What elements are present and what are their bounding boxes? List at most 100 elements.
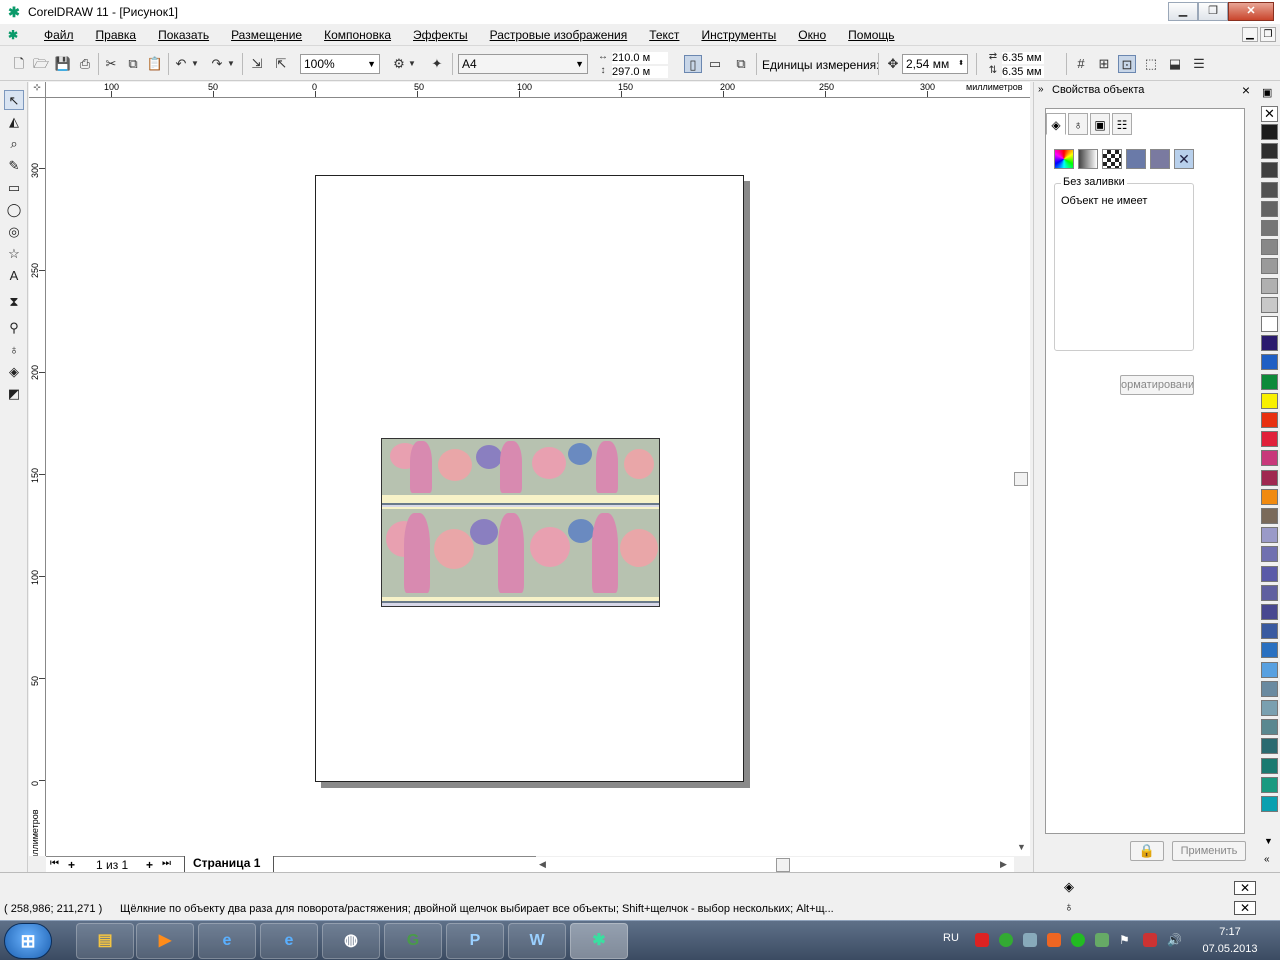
settings-tray-icon[interactable] [1023, 933, 1037, 947]
menu-tools[interactable]: Инструменты [701, 28, 776, 42]
landscape-orientation-icon[interactable]: ▭ [706, 55, 724, 73]
color-swatch[interactable] [1261, 546, 1278, 563]
print-icon[interactable]: ⎙ [76, 55, 94, 73]
color-swatch[interactable] [1261, 508, 1278, 524]
outline-tab-icon[interactable]: ♁ [1068, 113, 1088, 135]
color-swatch[interactable] [1261, 796, 1278, 812]
color-swatch[interactable] [1261, 661, 1278, 678]
duplicate-x-field[interactable]: 6.35 мм [1002, 52, 1044, 64]
shape-tool-icon[interactable]: ◭ [4, 112, 24, 132]
color-swatch[interactable] [1261, 220, 1278, 236]
palette-scroll-down-icon[interactable]: ▼ [1264, 836, 1273, 846]
doc-minimize-button[interactable]: ▁ [1242, 27, 1258, 42]
color-swatch[interactable] [1261, 450, 1278, 467]
page-width-field[interactable]: 210.0 м [612, 52, 668, 64]
color-swatch[interactable] [1261, 162, 1278, 179]
clock-time[interactable]: 7:17 [1205, 926, 1255, 938]
save-icon[interactable]: 💾 [54, 55, 72, 73]
zoom-level-select[interactable]: 100% ▼ [300, 54, 380, 74]
menu-window[interactable]: Окно [798, 28, 826, 42]
color-swatch[interactable] [1261, 623, 1278, 640]
fill-tool-icon[interactable]: ◈ [4, 362, 24, 382]
menu-help[interactable]: Помощь [848, 28, 894, 42]
pick-tool-icon[interactable]: ↖ [4, 90, 24, 110]
add-page-before-icon[interactable]: + [68, 858, 75, 872]
palette-menu-icon[interactable]: ▣ [1262, 86, 1272, 99]
freehand-tool-icon[interactable]: ✎ [4, 156, 24, 176]
menu-view[interactable]: Показать [158, 28, 209, 42]
color-swatch[interactable] [1261, 757, 1278, 774]
color-swatch[interactable] [1261, 335, 1278, 352]
menu-edit[interactable]: Правка [96, 28, 137, 42]
color-swatch[interactable] [1261, 469, 1278, 486]
color-swatch[interactable] [1261, 316, 1278, 332]
menu-file[interactable]: Файл [44, 28, 74, 42]
color-swatch[interactable] [1261, 392, 1278, 409]
cut-icon[interactable]: ✂ [102, 55, 120, 73]
status-tray-icon[interactable] [1071, 933, 1085, 947]
fountain-fill-icon[interactable] [1078, 149, 1098, 169]
menu-bitmaps[interactable]: Растровые изображения [490, 28, 628, 42]
drawing-scale-icon[interactable]: ⬓ [1166, 55, 1184, 73]
horizontal-scrollbar[interactable]: ◀ ▶ [536, 857, 1014, 873]
color-swatch[interactable] [1261, 258, 1278, 275]
polygon-tool-icon[interactable]: ☆ [4, 244, 24, 264]
flag-tray-icon[interactable]: ⚑ [1119, 933, 1133, 947]
treat-as-filled-icon[interactable]: ⬚ [1142, 55, 1160, 73]
application-launcher-icon[interactable]: ⚙ [390, 55, 408, 73]
redo-icon[interactable]: ↷ [208, 55, 226, 73]
snap-to-grid-icon[interactable]: # [1072, 55, 1090, 73]
display-tray-icon[interactable] [1143, 933, 1157, 947]
collapse-docker-icon[interactable]: » [1038, 82, 1044, 98]
color-swatch[interactable] [1261, 277, 1278, 294]
apply-button[interactable]: Применить [1172, 841, 1246, 861]
p-app-task-icon[interactable]: P [446, 923, 504, 959]
no-fill-icon[interactable]: ✕ [1174, 149, 1194, 169]
new-document-icon[interactable]: 🗋 [10, 55, 28, 73]
internet-explorer-alt-task-icon[interactable]: e [260, 923, 318, 959]
color-swatch[interactable] [1261, 719, 1278, 736]
color-swatch[interactable] [1261, 181, 1278, 198]
globe-task-icon[interactable]: ◍ [322, 923, 380, 959]
messenger-tray-icon[interactable] [1047, 933, 1061, 947]
ellipse-tool-icon[interactable]: ◯ [4, 200, 24, 220]
menu-layout[interactable]: Размещение [231, 28, 302, 42]
color-swatch[interactable] [1261, 239, 1278, 256]
options-icon[interactable]: ☰ [1190, 55, 1208, 73]
color-swatch[interactable] [1261, 565, 1278, 582]
language-indicator[interactable]: RU [943, 932, 959, 944]
horizontal-ruler[interactable]: 100 50 0 50 100 150 200 250 300 миллимет… [46, 82, 1030, 98]
spiral-tool-icon[interactable]: ◎ [4, 222, 24, 242]
snap-to-objects-icon[interactable]: ⊡ [1118, 55, 1136, 73]
interactive-blend-tool-icon[interactable]: ⧗ [4, 292, 24, 312]
color-swatch[interactable] [1261, 296, 1278, 313]
edit-format-button[interactable]: орматировани [1120, 375, 1194, 395]
color-swatch[interactable] [1261, 412, 1278, 428]
close-button[interactable]: ✕ [1228, 2, 1274, 21]
page-height-field[interactable]: 297.0 м [612, 66, 668, 78]
close-docker-icon[interactable]: × [1242, 82, 1250, 98]
rectangle-tool-icon[interactable]: ▭ [4, 178, 24, 198]
palette-expand-icon[interactable]: « [1264, 854, 1270, 865]
drawing-canvas[interactable] [46, 98, 1014, 856]
general-tab-icon[interactable]: ▣ [1090, 113, 1110, 135]
volume-tray-icon[interactable]: 🔊 [1167, 933, 1182, 947]
vertical-scrollbar[interactable]: ▼ [1014, 98, 1030, 856]
color-swatch[interactable] [1261, 354, 1278, 371]
media-player-task-icon[interactable]: ▶ [136, 923, 194, 959]
menu-arrange[interactable]: Компоновка [324, 28, 391, 42]
outline-tool-icon[interactable]: ♁ [4, 340, 24, 360]
google-task-icon[interactable]: G [384, 923, 442, 959]
portrait-orientation-icon[interactable]: ▯ [684, 55, 702, 73]
color-swatch[interactable] [1261, 642, 1278, 659]
open-icon[interactable]: 🗁 [32, 55, 50, 73]
download-tray-icon[interactable] [999, 933, 1013, 947]
floral-border-bitmap[interactable] [381, 438, 660, 607]
fill-tab-icon[interactable]: ◈ [1046, 113, 1066, 135]
color-swatch[interactable] [1261, 776, 1278, 793]
undo-dropdown-icon[interactable]: ▼ [190, 55, 200, 73]
uniform-fill-icon[interactable] [1054, 149, 1074, 169]
explorer-task-icon[interactable]: ▤ [76, 923, 134, 959]
color-swatch[interactable] [1261, 488, 1278, 505]
redo-dropdown-icon[interactable]: ▼ [226, 55, 236, 73]
